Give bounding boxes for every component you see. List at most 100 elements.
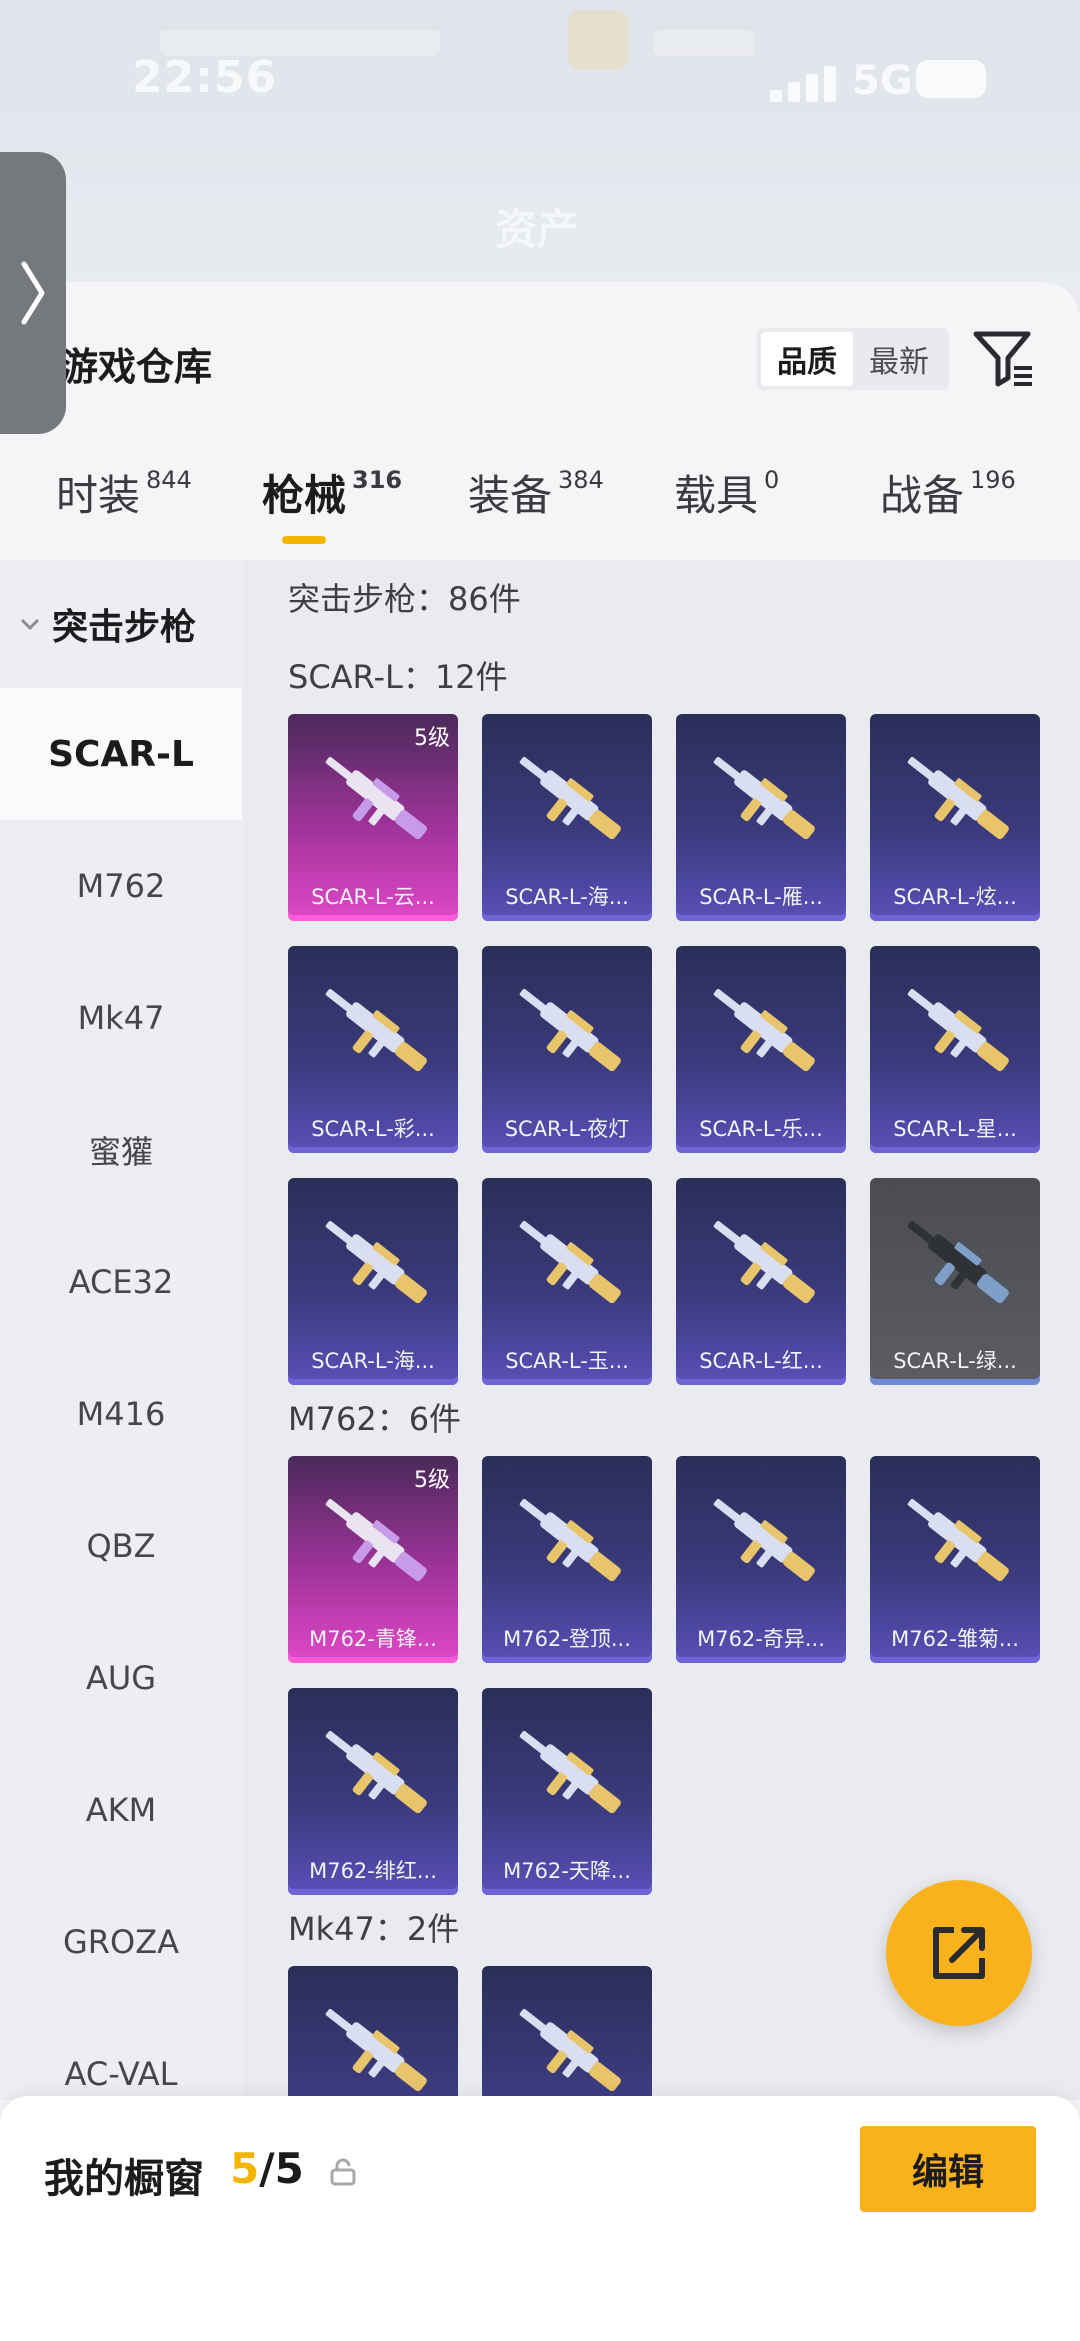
rifle-icon	[325, 2008, 427, 2092]
blurred-avatar	[568, 10, 628, 70]
weapon-name: M762-雏菊...	[891, 1627, 1019, 1651]
weapon-card[interactable]: M762-雏菊...	[870, 1456, 1040, 1663]
subnav-item-m762[interactable]: M762	[0, 820, 242, 952]
rifle-icon	[519, 756, 621, 840]
subnav-item-akm[interactable]: AKM	[0, 1744, 242, 1876]
subnav-item-m416[interactable]: M416	[0, 1348, 242, 1480]
weapon-card[interactable]: M762-登顶...	[482, 1456, 652, 1663]
subnav-item-aug[interactable]: AUG	[0, 1612, 242, 1744]
weapon-card[interactable]	[482, 1966, 652, 2100]
subnav-item-groza[interactable]: GROZA	[0, 1876, 242, 2008]
subnav-item-scar-l[interactable]: SCAR-L	[0, 688, 242, 820]
filter-button[interactable]	[972, 328, 1036, 390]
sort-newest-button[interactable]: 最新	[853, 332, 945, 386]
status-time: 22:56	[132, 52, 278, 103]
subnav-group-assault-rifles[interactable]: 突击步枪	[0, 560, 242, 688]
section-title: Mk47：2件	[288, 1910, 460, 1948]
rifle-icon	[519, 988, 621, 1072]
rifle-icon	[325, 988, 427, 1072]
weapon-name: M762-登顶...	[503, 1627, 631, 1651]
rifle-icon	[519, 1220, 621, 1304]
weapon-name: M762-绯红...	[309, 1859, 437, 1883]
rifle-icon	[519, 1730, 621, 1814]
weapon-name: SCAR-L-海...	[311, 1349, 435, 1373]
showcase-total: /5	[259, 2144, 304, 2193]
edit-button[interactable]: 编辑	[860, 2126, 1036, 2212]
lock-icon	[330, 2158, 356, 2186]
section-title: M762：6件	[288, 1400, 462, 1438]
tab-equipment[interactable]: 装备 384	[468, 462, 604, 523]
weapon-card[interactable]: M762-绯红...	[288, 1688, 458, 1895]
weapon-card[interactable]: SCAR-L-玉...	[482, 1178, 652, 1385]
share-button[interactable]	[886, 1880, 1032, 2026]
weapon-name: SCAR-L-海...	[505, 885, 629, 909]
weapon-subnav: 突击步枪 SCAR-L M762 Mk47 蜜獾 ACE32 M416 QBZ AUG AKM G…	[0, 560, 242, 2100]
weapon-card[interactable]: SCAR-L-红...	[676, 1178, 846, 1385]
sort-toggle: 品质 最新	[757, 328, 949, 390]
weapon-name: SCAR-L-彩...	[311, 1117, 435, 1141]
weapon-name: SCAR-L-玉...	[505, 1349, 629, 1373]
weapon-card[interactable]: SCAR-L-海...	[482, 714, 652, 921]
rifle-icon	[325, 1730, 427, 1814]
background-title: 资产	[495, 205, 580, 254]
weapon-card[interactable]: SCAR-L-绿...	[870, 1178, 1040, 1385]
weapon-grid: 突击步枪：86件 SCAR-L：12件 5级 SCAR-L-云... SCAR-L-海.…	[242, 560, 1080, 2100]
page-title: 游戏仓库	[60, 345, 213, 389]
chevron-down-icon	[20, 618, 40, 631]
tab-label: 战备	[880, 471, 965, 520]
active-tab-indicator	[282, 536, 326, 544]
weapon-name: M762-奇异...	[697, 1627, 825, 1651]
weapon-card[interactable]: M762-天降...	[482, 1688, 652, 1895]
weapon-card[interactable]: 5级 SCAR-L-云...	[288, 714, 458, 921]
weapon-name: SCAR-L-星...	[893, 1117, 1017, 1141]
showcase-count: 5/5	[230, 2144, 304, 2193]
rifle-icon	[325, 756, 427, 840]
tab-guns[interactable]: 枪械 316	[262, 462, 402, 523]
network-type: 5G	[852, 58, 913, 104]
weapon-card[interactable]: 5级 M762-青锋...	[288, 1456, 458, 1663]
subnav-item-qbz[interactable]: QBZ	[0, 1480, 242, 1612]
tab-count: 384	[558, 466, 604, 494]
level-badge: 5级	[414, 1468, 450, 1493]
signal-icon	[770, 62, 840, 102]
rifle-icon	[907, 756, 1009, 840]
tab-count: 0	[764, 466, 780, 494]
rifle-icon	[713, 1220, 815, 1304]
rifle-icon	[519, 2008, 621, 2092]
tab-label: 时装	[56, 471, 141, 520]
weapon-card[interactable]: SCAR-L-彩...	[288, 946, 458, 1153]
subnav-item-ace32[interactable]: ACE32	[0, 1216, 242, 1348]
tab-supplies[interactable]: 战备 196	[880, 462, 1016, 523]
weapon-card[interactable]: M762-奇异...	[676, 1456, 846, 1663]
weapon-name: SCAR-L-乐...	[699, 1117, 823, 1141]
weapon-name: SCAR-L-红...	[699, 1349, 823, 1373]
filter-icon	[973, 331, 1032, 387]
weapon-card[interactable]: SCAR-L-炫...	[870, 714, 1040, 921]
weapon-name: SCAR-L-雁...	[699, 885, 823, 909]
tab-label: 载具	[674, 471, 759, 520]
tab-vehicles[interactable]: 载具 0	[674, 462, 779, 523]
rifle-icon	[325, 1498, 427, 1582]
weapon-card[interactable]: SCAR-L-星...	[870, 946, 1040, 1153]
subnav-group-label: 突击步枪	[52, 607, 197, 648]
tab-count: 316	[352, 466, 403, 494]
rifle-icon	[519, 1498, 621, 1582]
weapon-card[interactable]	[288, 1966, 458, 2100]
weapon-card[interactable]: SCAR-L-雁...	[676, 714, 846, 921]
sort-quality-button[interactable]: 品质	[761, 332, 853, 386]
tab-label: 枪械	[262, 471, 347, 520]
category-tabs: 时装 844 枪械 316 装备 384 载具 0 战备 196	[0, 462, 1080, 542]
section-title: SCAR-L：12件	[288, 658, 508, 696]
rifle-icon	[907, 1498, 1009, 1582]
weapon-card[interactable]: SCAR-L-海...	[288, 1178, 458, 1385]
rifle-icon	[907, 1220, 1009, 1304]
weapon-name: SCAR-L-炫...	[893, 885, 1017, 909]
weapon-card[interactable]: SCAR-L-夜灯	[482, 946, 652, 1153]
weapon-name: SCAR-L-夜灯	[504, 1117, 630, 1141]
drawer-handle[interactable]	[0, 152, 66, 434]
tab-count: 196	[970, 466, 1016, 494]
subnav-item-蜜獾[interactable]: 蜜獾	[0, 1084, 242, 1216]
weapon-card[interactable]: SCAR-L-乐...	[676, 946, 846, 1153]
subnav-item-mk47[interactable]: Mk47	[0, 952, 242, 1084]
tab-fashion[interactable]: 时装 844	[56, 462, 192, 523]
